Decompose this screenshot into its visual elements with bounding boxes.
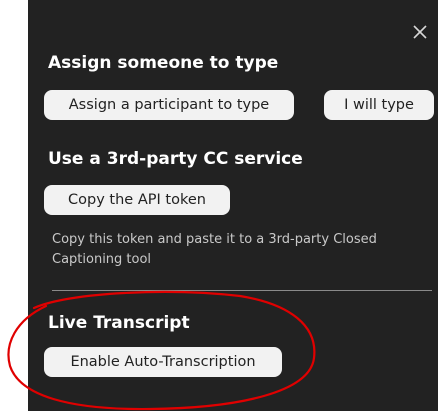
enable-auto-transcription-button[interactable]: Enable Auto-Transcription <box>44 347 282 377</box>
live-transcript-heading: Live Transcript <box>48 313 190 333</box>
closed-caption-panel: Assign someone to type Assign a particip… <box>28 0 438 411</box>
section-divider <box>52 290 432 291</box>
close-icon[interactable] <box>412 24 428 40</box>
third-party-heading: Use a 3rd-party CC service <box>48 149 303 169</box>
i-will-type-button[interactable]: I will type <box>324 90 434 120</box>
assign-heading: Assign someone to type <box>48 53 279 73</box>
copy-token-note: Copy this token and paste it to a 3rd-pa… <box>52 232 377 267</box>
copy-api-token-button[interactable]: Copy the API token <box>44 185 230 215</box>
assign-participant-button[interactable]: Assign a participant to type <box>44 90 294 120</box>
